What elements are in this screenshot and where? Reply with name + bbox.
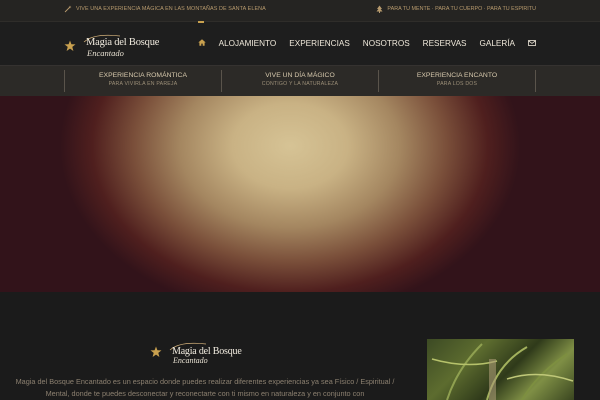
experience-title: VIVE UN DÍA MÁGICO <box>265 72 335 79</box>
experience-bar: EXPERIENCIA ROMÁNTICA PARA VIVIRLA EN PA… <box>0 65 600 96</box>
experience-subtitle: CONTIGO Y LA NATURALEZA <box>261 81 339 87</box>
about-logo: Magia del Bosque Encantado <box>150 341 260 365</box>
logo-subtitle: Encantado <box>87 48 124 58</box>
main-nav: ALOJAMIENTO EXPERIENCIAS NOSOTROS RESERV… <box>185 21 536 65</box>
top-bar: VIVE UNA EXPERIENCIA MÁGICA EN LAS MONTA… <box>0 0 600 22</box>
experience-link-encanto[interactable]: EXPERIENCIA ENCANTO PARA LOS DOS <box>378 70 536 92</box>
nav-home[interactable] <box>197 21 206 65</box>
main-header: Magia del Bosque Encantado ALOJAMIENTO E… <box>0 21 600 65</box>
home-icon <box>197 39 206 48</box>
logo-subtitle: Encantado <box>173 356 208 365</box>
experience-subtitle: PARA LOS DOS <box>436 81 478 87</box>
nav-item-galeria[interactable]: GALERÍA <box>480 22 516 65</box>
nav-item-reservas[interactable]: RESERVAS <box>423 22 467 65</box>
experience-link-romantica[interactable]: EXPERIENCIA ROMÁNTICA PARA VIVIRLA EN PA… <box>64 70 221 92</box>
experience-title: EXPERIENCIA ROMÁNTICA <box>99 72 187 79</box>
experience-link-dia-magico[interactable]: VIVE UN DÍA MÁGICO CONTIGO Y LA NATURALE… <box>221 70 378 92</box>
site-logo[interactable]: Magia del Bosque Encantado <box>64 33 174 58</box>
nav-contact[interactable] <box>528 22 536 65</box>
top-bar-right: PARA TU MENTE · PARA TU CUERPO · PARA TU… <box>376 5 536 13</box>
nav-item-nosotros[interactable]: NOSOTROS <box>363 22 410 65</box>
about-paragraph: Magia del Bosque Encantado es un espacio… <box>15 377 395 398</box>
nav-item-alojamiento[interactable]: ALOJAMIENTO <box>219 22 277 65</box>
forest-photo <box>427 339 574 400</box>
experience-subtitle: PARA VIVIRLA EN PAREJA <box>108 81 178 87</box>
nav-item-experiencias[interactable]: EXPERIENCIAS <box>289 22 350 65</box>
active-indicator <box>197 21 204 23</box>
motto-text: PARA TU MENTE · PARA TU CUERPO · PARA TU… <box>387 6 536 12</box>
wand-icon <box>64 5 72 13</box>
tagline-text: VIVE UNA EXPERIENCIA MÁGICA EN LAS MONTA… <box>76 6 266 12</box>
foliage-image <box>431 343 574 400</box>
logo-title: Magia del Bosque <box>86 37 160 48</box>
mail-icon <box>528 39 536 48</box>
top-bar-left: VIVE UNA EXPERIENCIA MÁGICA EN LAS MONTA… <box>64 5 266 13</box>
star-icon <box>64 40 76 51</box>
hero-banner <box>0 96 600 292</box>
experience-title: EXPERIENCIA ENCANTO <box>416 72 498 79</box>
tree-icon <box>376 5 383 13</box>
star-icon <box>150 346 162 357</box>
